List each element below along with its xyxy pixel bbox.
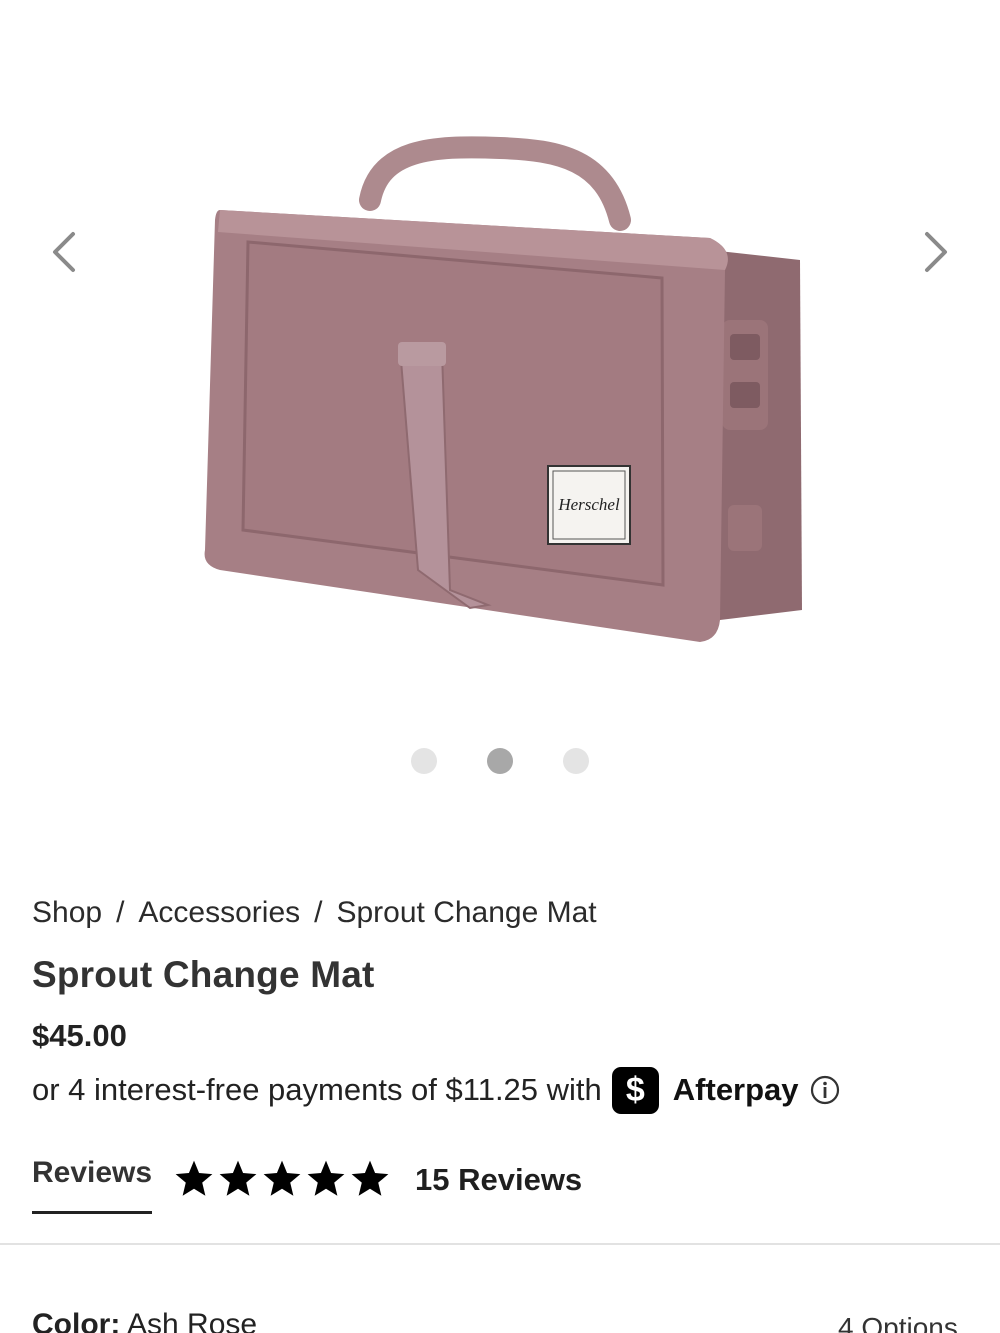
- section-divider: [0, 1243, 1000, 1245]
- carousel-next-button[interactable]: [906, 222, 966, 282]
- selected-color: Ash Rose: [127, 1308, 258, 1333]
- product-title: Sprout Change Mat: [32, 954, 375, 995]
- breadcrumb-separator: /: [116, 896, 125, 929]
- chevron-left-icon: [53, 232, 75, 272]
- color-selector-label: Color: Ash Rose: [32, 1308, 257, 1333]
- star-icon: [351, 1160, 389, 1196]
- product-page: Herschel Shop / Accessories / Sprout Cha…: [0, 0, 1000, 1333]
- carousel-prev-button[interactable]: [34, 222, 94, 282]
- star-icon: [307, 1160, 345, 1196]
- tab-reviews[interactable]: Reviews: [32, 1156, 152, 1214]
- breadcrumb-separator: /: [314, 896, 323, 929]
- info-icon[interactable]: [809, 1074, 841, 1106]
- chevron-right-icon: [925, 232, 947, 272]
- star-icon: [175, 1160, 213, 1196]
- product-image: Herschel: [204, 136, 802, 642]
- brand-label: Herschel: [557, 495, 620, 514]
- star-rating: [173, 1158, 391, 1200]
- breadcrumb: Shop / Accessories / Sprout Change Mat: [32, 896, 597, 930]
- breadcrumb-shop[interactable]: Shop: [32, 896, 102, 930]
- product-price: $45.00: [32, 1018, 127, 1053]
- star-icon: [219, 1160, 257, 1196]
- color-label: Color:: [32, 1308, 121, 1333]
- product-image-carousel[interactable]: Herschel: [0, 0, 1000, 820]
- installment-text: or 4 interest-free payments of $11.25 wi…: [32, 1072, 602, 1107]
- breadcrumb-current: Sprout Change Mat: [336, 896, 597, 929]
- afterpay-logo-icon: $: [611, 1066, 659, 1114]
- carousel-dot-3[interactable]: [563, 748, 589, 774]
- review-count-link[interactable]: 15 Reviews: [415, 1162, 582, 1198]
- afterpay-installments: or 4 interest-free payments of $11.25 wi…: [32, 1064, 841, 1116]
- star-icon: [263, 1160, 301, 1196]
- breadcrumb-accessories[interactable]: Accessories: [138, 896, 300, 930]
- carousel-pagination: [0, 748, 1000, 776]
- carousel-dot-2[interactable]: [487, 748, 513, 774]
- color-options-count[interactable]: 4 Options: [838, 1312, 958, 1333]
- afterpay-name: Afterpay: [672, 1072, 799, 1107]
- carousel-dot-1[interactable]: [411, 748, 437, 774]
